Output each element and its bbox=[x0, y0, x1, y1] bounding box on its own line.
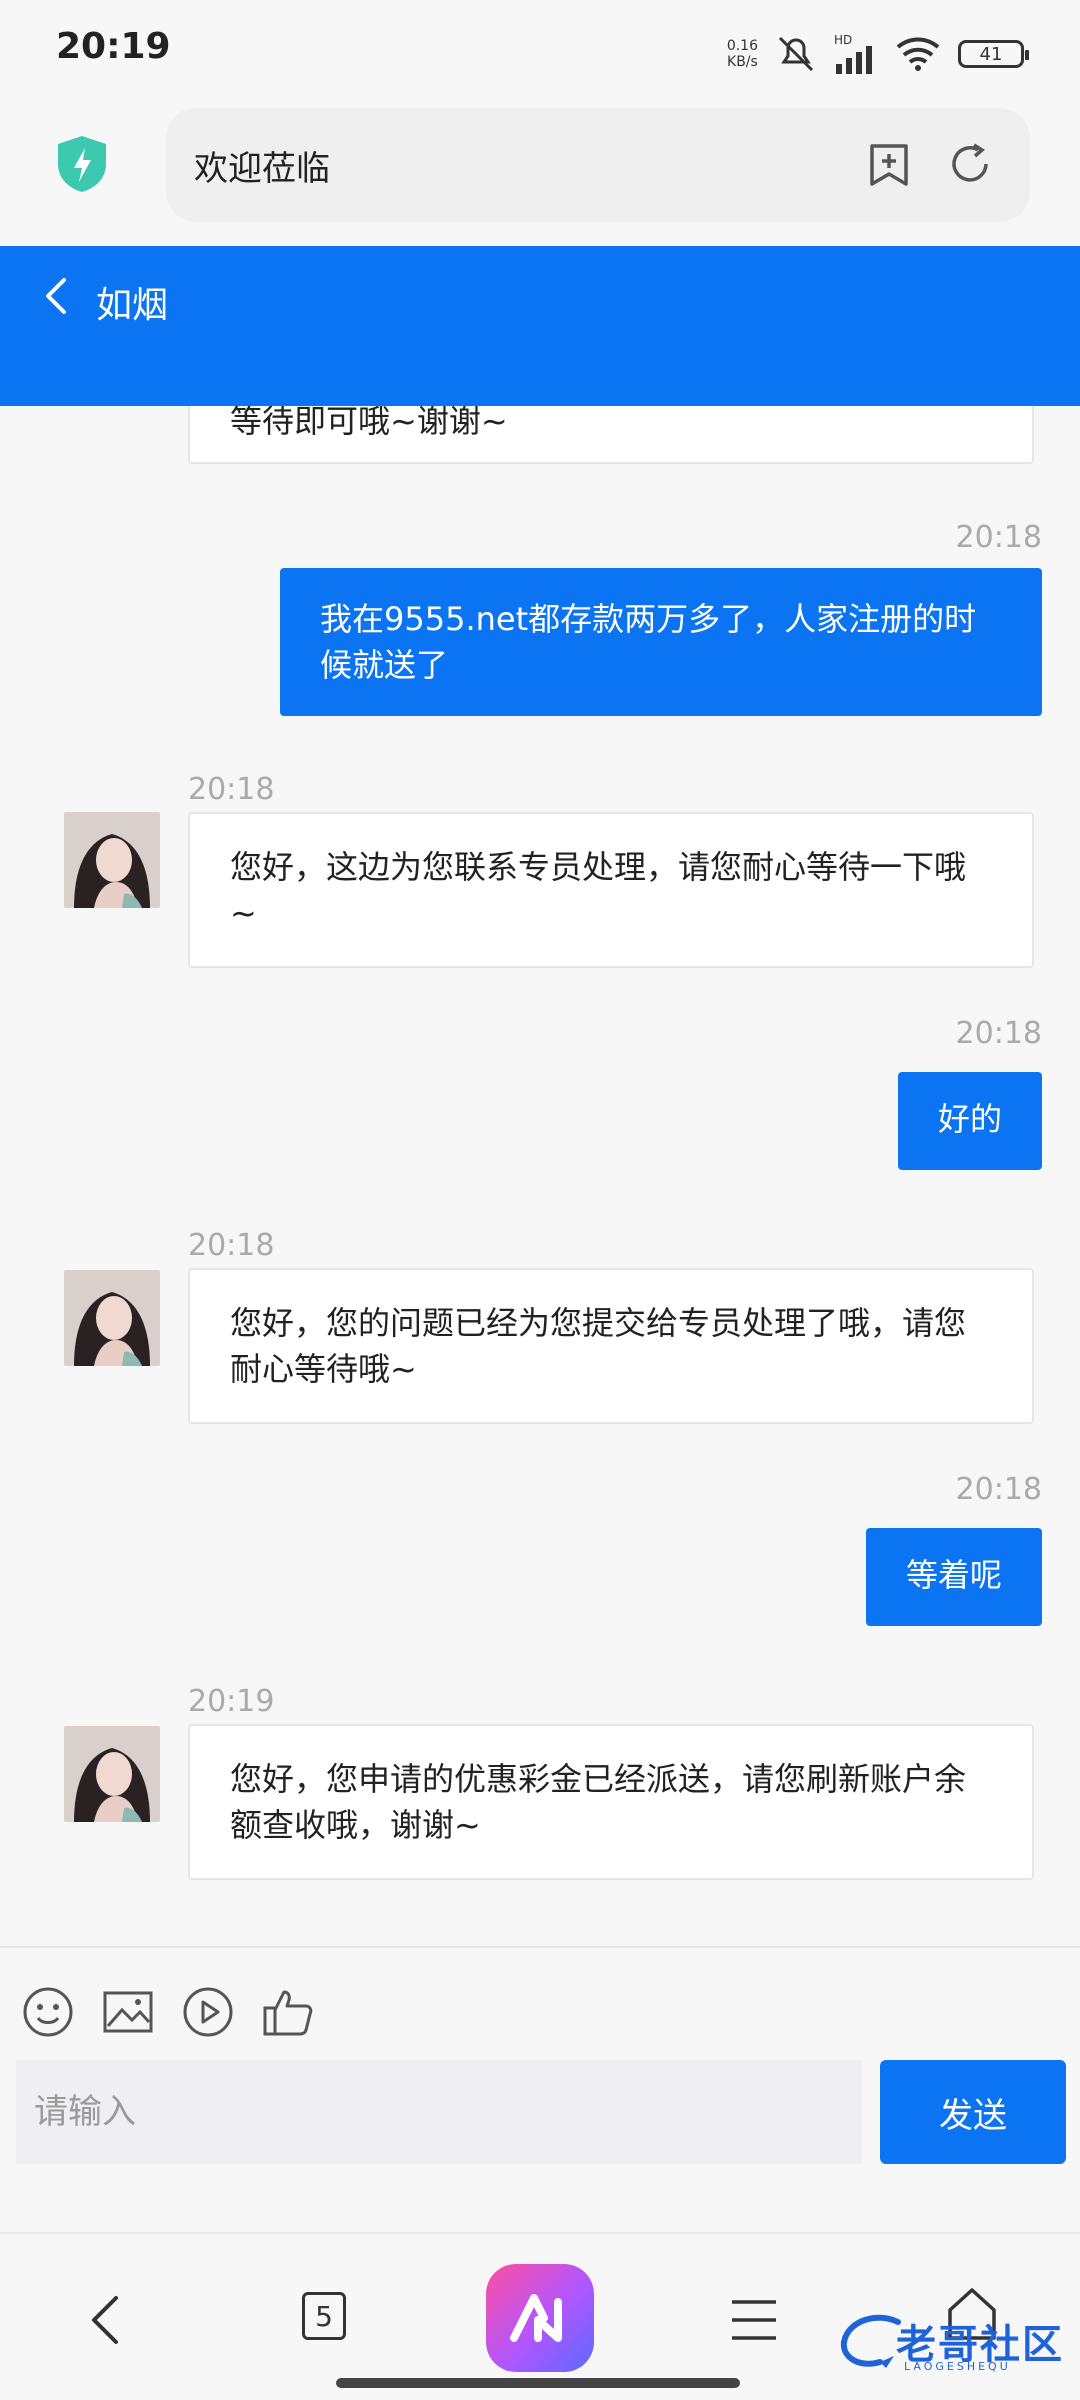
message-text: 我在9555.net都存款两万多了，人家注册的时候就送了 bbox=[320, 600, 977, 684]
net-speed-unit: KB/s bbox=[727, 54, 758, 70]
battery-indicator: 41 bbox=[958, 40, 1029, 68]
agent-avatar-image bbox=[64, 812, 160, 908]
chat-title: 如烟 bbox=[96, 285, 169, 326]
browser-bottom-nav: 5 老哥社区 LAOGESHEQU bbox=[0, 2232, 1080, 2400]
message-text: 等着呢 bbox=[905, 1556, 1002, 1594]
message-time: 20:18 bbox=[188, 1228, 275, 1263]
ai-logo-icon bbox=[510, 2294, 562, 2342]
address-bar[interactable]: 欢迎莅临 bbox=[166, 108, 1030, 222]
menu-icon[interactable] bbox=[730, 2296, 778, 2344]
message-text: 您好，这边为您联系专员处理，请您耐心等待一下哦~ bbox=[230, 848, 967, 932]
message-text: 您好，您申请的优惠彩金已经派送，请您刷新账户余额查收哦，谢谢~ bbox=[230, 1760, 967, 1844]
message-time: 20:19 bbox=[188, 1684, 275, 1719]
send-button[interactable]: 发送 bbox=[880, 2060, 1066, 2164]
message-bubble-outgoing: 等着呢 bbox=[865, 1528, 1042, 1626]
message-text: 等待即可哦~谢谢~ bbox=[230, 402, 508, 440]
message-bubble-incoming: 您好，这边为您联系专员处理，请您耐心等待一下哦~ bbox=[188, 812, 1034, 968]
watermark-logo: 老哥社区 LAOGESHEQU bbox=[838, 2308, 1068, 2378]
message-time: 20:18 bbox=[955, 1016, 1042, 1051]
message-input[interactable] bbox=[16, 2060, 862, 2164]
network-label: HD bbox=[834, 33, 853, 47]
back-chevron-icon[interactable] bbox=[38, 276, 78, 316]
battery-level: 41 bbox=[979, 43, 1003, 65]
refresh-icon[interactable] bbox=[948, 142, 994, 188]
message-text: 好的 bbox=[937, 1100, 1002, 1138]
like-icon[interactable] bbox=[262, 1986, 314, 2038]
chat-area[interactable]: 等待即可哦~谢谢~ 20:18 我在9555.net都存款两万多了，人家注册的时… bbox=[0, 246, 1080, 1946]
network-speed: 0.16 KB/s bbox=[727, 38, 758, 70]
wifi-icon bbox=[896, 37, 940, 71]
video-icon[interactable] bbox=[182, 1986, 234, 2038]
watermark-subtext: LAOGESHEQU bbox=[904, 2360, 1011, 2373]
chat-header: 如烟 bbox=[0, 246, 1080, 406]
back-icon[interactable] bbox=[86, 2292, 126, 2348]
cellular-group: HD bbox=[834, 34, 878, 74]
avatar[interactable] bbox=[64, 1270, 160, 1366]
image-icon[interactable] bbox=[102, 1986, 154, 2038]
bookmark-add-icon[interactable] bbox=[866, 142, 912, 188]
tabs-count: 5 bbox=[315, 2299, 333, 2333]
mute-bell-icon bbox=[778, 36, 814, 72]
agent-avatar-image bbox=[64, 1270, 160, 1366]
status-time: 20:19 bbox=[56, 26, 171, 67]
message-text: 您好，您的问题已经为您提交给专员处理了哦，请您耐心等待哦~ bbox=[230, 1304, 967, 1388]
message-bubble-incoming: 您好，您的问题已经为您提交给专员处理了哦，请您耐心等待哦~ bbox=[188, 1268, 1034, 1424]
ai-assistant-button[interactable] bbox=[486, 2264, 594, 2372]
avatar[interactable] bbox=[64, 1726, 160, 1822]
avatar[interactable] bbox=[64, 812, 160, 908]
status-icons: 0.16 KB/s HD 41 bbox=[727, 30, 1029, 78]
message-time: 20:18 bbox=[188, 772, 275, 807]
net-speed-value: 0.16 bbox=[726, 38, 758, 54]
message-bubble-outgoing: 我在9555.net都存款两万多了，人家注册的时候就送了 bbox=[280, 568, 1042, 716]
status-bar: 20:19 0.16 KB/s HD 41 bbox=[0, 0, 1080, 100]
agent-avatar-image bbox=[64, 1726, 160, 1822]
message-bubble-incoming: 您好，您申请的优惠彩金已经派送，请您刷新账户余额查收哦，谢谢~ bbox=[188, 1724, 1034, 1880]
tabs-button[interactable]: 5 bbox=[302, 2292, 346, 2340]
message-bubble-outgoing: 好的 bbox=[897, 1072, 1042, 1170]
message-time: 20:18 bbox=[955, 1472, 1042, 1507]
home-indicator[interactable] bbox=[336, 2378, 740, 2388]
browser-bar: 欢迎莅临 bbox=[0, 100, 1080, 246]
message-time: 20:18 bbox=[955, 520, 1042, 555]
address-text: 欢迎莅临 bbox=[194, 148, 330, 189]
security-shield-icon[interactable] bbox=[54, 134, 110, 194]
composer-toolbar bbox=[0, 1946, 1080, 2058]
emoji-icon[interactable] bbox=[22, 1986, 74, 2038]
signal-icon bbox=[836, 46, 872, 74]
